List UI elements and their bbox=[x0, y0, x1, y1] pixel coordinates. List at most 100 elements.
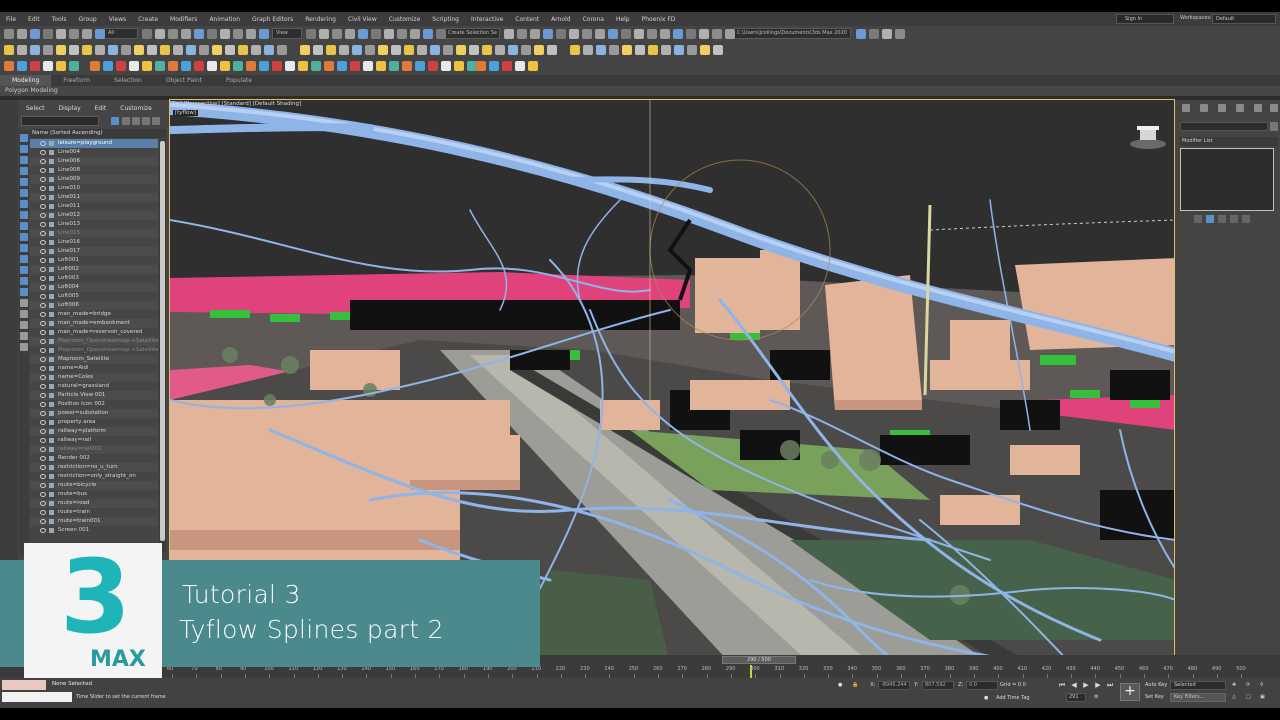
list-item[interactable]: Line013 bbox=[30, 220, 158, 229]
x-coord-field[interactable]: -8945.244 bbox=[878, 681, 910, 690]
maximize-viewport-icon[interactable]: □ bbox=[1246, 694, 1251, 700]
workspaces-dropdown[interactable]: Default bbox=[1212, 14, 1276, 24]
modeling-tool-icon[interactable] bbox=[495, 45, 505, 55]
list-item[interactable]: Loft004 bbox=[30, 283, 158, 292]
modeling-tool-icon[interactable] bbox=[482, 45, 492, 55]
modeling-tool-icon[interactable] bbox=[648, 45, 658, 55]
plugin-tool-icon[interactable] bbox=[43, 61, 53, 71]
main-tool-icon[interactable] bbox=[345, 29, 355, 39]
modeling-tool-icon[interactable] bbox=[609, 45, 619, 55]
set-key-button-icon[interactable]: + bbox=[1120, 683, 1140, 701]
main-tool-icon[interactable] bbox=[595, 29, 605, 39]
lock-icon[interactable] bbox=[122, 117, 130, 125]
main-tool-icon[interactable] bbox=[647, 29, 657, 39]
visibility-eye-icon[interactable] bbox=[40, 420, 46, 425]
main-tool-icon[interactable] bbox=[220, 29, 230, 39]
visibility-eye-icon[interactable] bbox=[40, 213, 46, 218]
explorer-filter-icon[interactable] bbox=[20, 255, 28, 263]
plugin-tool-icon[interactable] bbox=[415, 61, 425, 71]
visibility-eye-icon[interactable] bbox=[40, 429, 46, 434]
list-item[interactable]: route=train bbox=[30, 508, 158, 517]
main-tool-icon[interactable] bbox=[17, 29, 27, 39]
explorer-filter-icon[interactable] bbox=[20, 332, 28, 340]
sign-in-button[interactable]: Sign In bbox=[1116, 14, 1174, 24]
list-item[interactable]: Loft006 bbox=[30, 301, 158, 310]
modeling-tool-icon[interactable] bbox=[635, 45, 645, 55]
explorer-menu-display[interactable]: Display bbox=[51, 104, 87, 114]
selection-lock-icon[interactable]: 🔒 bbox=[852, 682, 858, 688]
list-item[interactable]: railway=rail001 bbox=[30, 445, 158, 454]
modeling-tool-icon[interactable] bbox=[365, 45, 375, 55]
main-tool-icon[interactable] bbox=[397, 29, 407, 39]
explorer-filter-icon[interactable] bbox=[20, 288, 28, 296]
menu-item-file[interactable]: File bbox=[0, 16, 22, 23]
main-tool-icon[interactable] bbox=[194, 29, 204, 39]
explorer-filter-icon[interactable] bbox=[20, 222, 28, 230]
menu-item-edit[interactable]: Edit bbox=[22, 16, 46, 23]
explorer-menu-customize[interactable]: Customize bbox=[112, 104, 158, 114]
modeling-tool-icon[interactable] bbox=[404, 45, 414, 55]
plugin-tool-icon[interactable] bbox=[103, 61, 113, 71]
visibility-eye-icon[interactable] bbox=[40, 240, 46, 245]
main-tool-icon[interactable] bbox=[621, 29, 631, 39]
modeling-tool-icon[interactable] bbox=[134, 45, 144, 55]
main-tool-icon[interactable] bbox=[634, 29, 644, 39]
visibility-eye-icon[interactable] bbox=[40, 312, 46, 317]
list-item[interactable]: railway=rail bbox=[30, 436, 158, 445]
main-tool-icon[interactable] bbox=[517, 29, 527, 39]
plugin-tool-icon[interactable] bbox=[402, 61, 412, 71]
menu-item-group[interactable]: Group bbox=[72, 16, 102, 23]
modeling-tool-icon[interactable] bbox=[4, 45, 14, 55]
main-tool-icon[interactable] bbox=[569, 29, 579, 39]
remove-modifier-icon[interactable] bbox=[1230, 215, 1238, 223]
plugin-tool-icon[interactable] bbox=[441, 61, 451, 71]
main-tool-icon[interactable] bbox=[168, 29, 178, 39]
visibility-eye-icon[interactable] bbox=[40, 204, 46, 209]
list-item[interactable]: Screen 001 bbox=[30, 526, 158, 535]
display-tab-icon[interactable] bbox=[1254, 104, 1262, 112]
next-frame-icon[interactable]: ▶ bbox=[1094, 681, 1102, 689]
modeling-tool-icon[interactable] bbox=[687, 45, 697, 55]
visibility-eye-icon[interactable] bbox=[40, 357, 46, 362]
list-item[interactable]: power=substation bbox=[30, 409, 158, 418]
list-item[interactable]: Loft005 bbox=[30, 292, 158, 301]
auto-key-button[interactable]: Auto Key bbox=[1145, 682, 1167, 688]
add-time-tag-button[interactable]: Add Time Tag bbox=[996, 695, 1030, 701]
modeling-tool-icon[interactable] bbox=[417, 45, 427, 55]
list-item[interactable]: Position Icon 002 bbox=[30, 400, 158, 409]
visibility-eye-icon[interactable] bbox=[40, 393, 46, 398]
plugin-tool-icon[interactable] bbox=[337, 61, 347, 71]
main-tool-icon[interactable] bbox=[358, 29, 368, 39]
pan-view-icon[interactable]: ✥ bbox=[1232, 682, 1236, 688]
settings-icon[interactable] bbox=[152, 117, 160, 125]
time-config-icon[interactable]: ⚙ bbox=[1094, 694, 1098, 700]
time-slider-thumb[interactable]: 290 / 500 bbox=[722, 656, 796, 664]
explorer-menu-edit[interactable]: Edit bbox=[87, 104, 113, 114]
make-unique-icon[interactable] bbox=[1218, 215, 1226, 223]
go-to-start-icon[interactable]: ⏮ bbox=[1058, 681, 1066, 689]
ribbon-tab-object-paint[interactable]: Object Paint bbox=[154, 75, 214, 86]
menu-item-rendering[interactable]: Rendering bbox=[299, 16, 342, 23]
modeling-tool-icon[interactable] bbox=[173, 45, 183, 55]
modeling-tool-icon[interactable] bbox=[339, 45, 349, 55]
visibility-eye-icon[interactable] bbox=[40, 483, 46, 488]
modeling-tool-icon[interactable] bbox=[160, 45, 170, 55]
main-tool-icon[interactable] bbox=[82, 29, 92, 39]
modeling-tool-icon[interactable] bbox=[251, 45, 261, 55]
list-item[interactable]: property area bbox=[30, 418, 158, 427]
visibility-eye-icon[interactable] bbox=[40, 402, 46, 407]
main-tool-icon[interactable] bbox=[895, 29, 905, 39]
modeling-tool-icon[interactable] bbox=[508, 45, 518, 55]
main-tool-icon[interactable] bbox=[660, 29, 670, 39]
explorer-filter-icon[interactable] bbox=[20, 321, 28, 329]
list-item[interactable]: route=bus bbox=[30, 490, 158, 499]
main-tool-icon[interactable] bbox=[608, 29, 618, 39]
explorer-menu-select[interactable]: Select bbox=[18, 104, 51, 114]
visibility-eye-icon[interactable] bbox=[40, 276, 46, 281]
main-tool-icon[interactable] bbox=[233, 29, 243, 39]
ribbon-tab-populate[interactable]: Populate bbox=[214, 75, 264, 86]
main-tool-icon[interactable] bbox=[556, 29, 566, 39]
plugin-tool-icon[interactable] bbox=[155, 61, 165, 71]
plugin-tool-icon[interactable] bbox=[168, 61, 178, 71]
visibility-eye-icon[interactable] bbox=[40, 456, 46, 461]
